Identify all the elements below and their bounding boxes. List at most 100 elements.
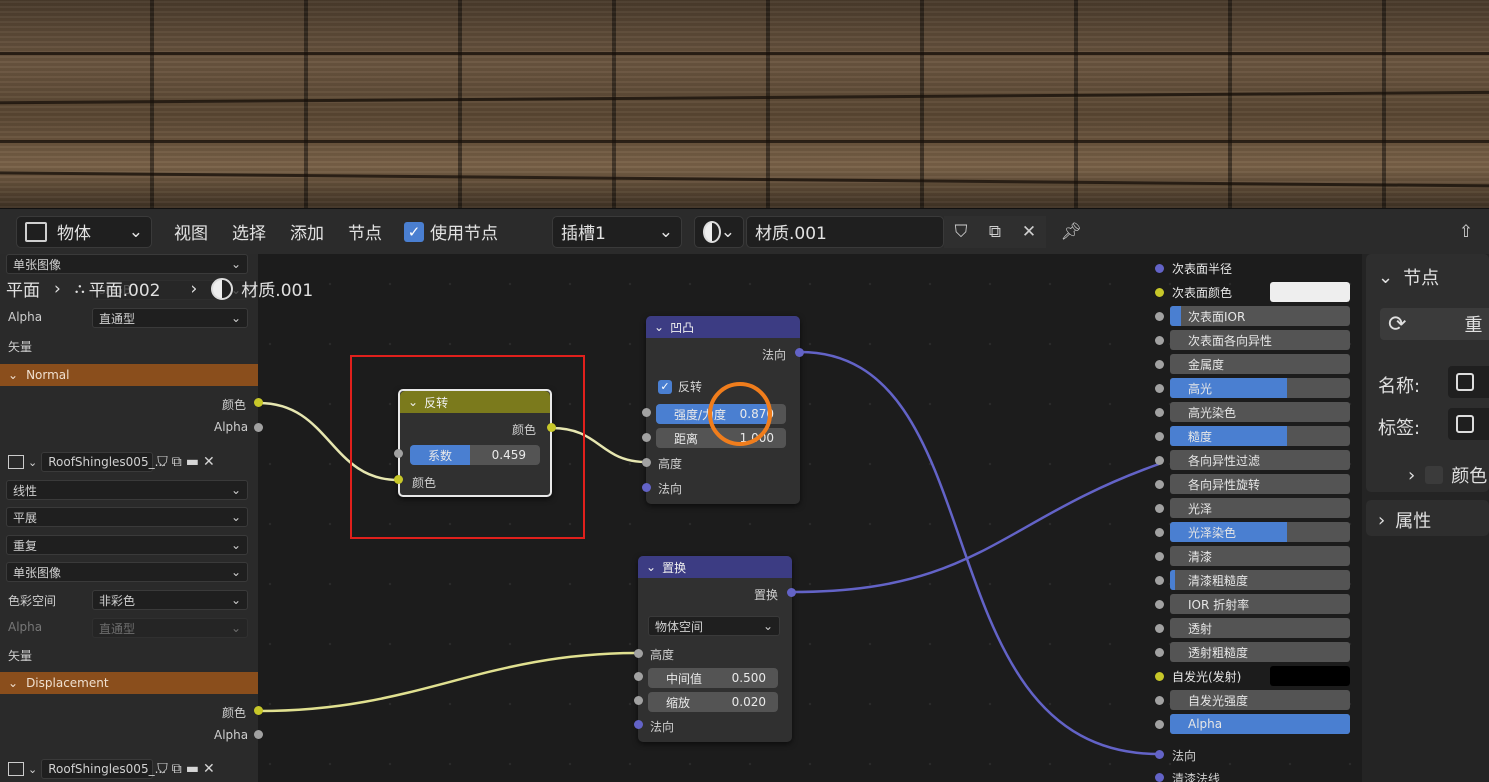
close-icon[interactable]: ✕ (203, 761, 215, 777)
breadcrumb-object[interactable]: 平面 (6, 276, 40, 301)
bsdf-input-field[interactable]: 透射 (1170, 618, 1350, 638)
close-icon[interactable]: ✕ (1012, 215, 1046, 248)
bsdf-input-socket[interactable] (1155, 696, 1164, 705)
projection-dropdown[interactable]: 平展 ⌄ (6, 507, 248, 527)
bsdf-input-socket[interactable] (1155, 576, 1164, 585)
disp-scale-field[interactable]: 缩放 0.020 (648, 692, 778, 712)
normal-color-socket[interactable] (254, 398, 263, 407)
close-icon[interactable]: ✕ (203, 454, 215, 470)
image-name-field-2[interactable]: RoofShingles005_... (41, 759, 166, 779)
disp-space-dropdown[interactable]: 物体空间 ⌄ (648, 616, 780, 636)
upload-arrow-icon[interactable]: ⇧ (1449, 216, 1483, 248)
menu-view[interactable]: 视图 (166, 216, 216, 248)
displacement-node-header[interactable]: ⌄ 置换 (638, 556, 792, 578)
bsdf-input-field[interactable]: IOR 折射率 (1170, 594, 1350, 614)
breadcrumb-material[interactable]: 材质.001 (241, 276, 313, 301)
bsdf-input-socket[interactable] (1155, 384, 1164, 393)
bsdf-input-socket[interactable] (1155, 648, 1164, 657)
color-swatch-white[interactable] (1270, 282, 1350, 302)
bsdf-input-field[interactable]: 各向异性过滤 (1170, 450, 1350, 470)
duplicate-icon[interactable]: ⧉ (172, 454, 182, 470)
folder-icon[interactable]: ▬ (186, 761, 199, 777)
extension-dropdown[interactable]: 重复 ⌄ (6, 535, 248, 555)
bsdf-input-socket[interactable] (1155, 456, 1164, 465)
disp-out-socket[interactable] (787, 588, 796, 597)
label-field[interactable] (1448, 408, 1489, 440)
bsdf-input-field[interactable]: 糙度 (1170, 426, 1350, 446)
bsdf-input-socket[interactable] (1155, 336, 1164, 345)
bump-distance-socket[interactable] (642, 433, 651, 442)
color-swatch-black[interactable] (1270, 666, 1350, 686)
folder-icon[interactable]: ▬ (186, 454, 199, 470)
bsdf-input-socket[interactable] (1155, 432, 1164, 441)
displacement-node-header[interactable]: ⌄ Displacement (0, 672, 258, 694)
pin-icon[interactable]: 📌︎ (1054, 216, 1088, 248)
bsdf-input-field[interactable]: 次表面IOR (1170, 306, 1350, 326)
bsdf-input-socket[interactable] (1155, 528, 1164, 537)
bsdf-input-socket[interactable] (1155, 504, 1164, 513)
normal-alpha-socket[interactable] (254, 423, 263, 432)
use-nodes-toggle[interactable]: ✓ 使用节点 (396, 216, 506, 248)
disp-midlevel-field[interactable]: 中间值 0.500 (648, 668, 778, 688)
duplicate-icon[interactable]: ⧉ (978, 215, 1012, 248)
disp-alpha-socket[interactable] (254, 730, 263, 739)
color-subpanel-header[interactable]: › 颜色 (1408, 462, 1487, 488)
bsdf-input-field[interactable]: 清漆粗糙度 (1170, 570, 1350, 590)
bsdf-coat-normal-socket[interactable] (1155, 773, 1164, 782)
normal-node-header[interactable]: ⌄ Normal (0, 364, 258, 386)
node-section-header[interactable]: ⌄ 节点 (1378, 264, 1439, 290)
disp-midlevel-socket[interactable] (634, 672, 643, 681)
mode-dropdown[interactable]: 物体 ⌄ (16, 215, 152, 248)
alpha-dropdown-2[interactable]: 直通型 ⌄ (92, 618, 248, 638)
bump-node-header[interactable]: ⌄ 凹凸 (646, 316, 800, 338)
image-icon[interactable] (8, 762, 24, 776)
3d-viewport[interactable] (0, 0, 1489, 208)
bsdf-input-field[interactable]: 自发光强度 (1170, 690, 1350, 710)
menu-select[interactable]: 选择 (224, 216, 274, 248)
bsdf-input-socket[interactable] (1155, 720, 1164, 729)
properties-section-panel[interactable]: › 属性 (1366, 500, 1489, 536)
slot-dropdown[interactable]: 插槽1 ⌄ (552, 215, 682, 248)
interpolation-dropdown[interactable]: 线性 ⌄ (6, 480, 248, 500)
bsdf-input-field[interactable]: 金属度 (1170, 354, 1350, 374)
reset-button[interactable]: ⟳ 重 (1380, 308, 1489, 340)
source-dropdown[interactable]: 单张图像 ⌄ (6, 562, 248, 582)
bsdf-input-field[interactable]: 自发光(发射) (1170, 666, 1350, 686)
menu-node[interactable]: 节点 (340, 216, 390, 248)
disp-color-socket[interactable] (254, 706, 263, 715)
bump-out-socket[interactable] (795, 348, 804, 357)
bsdf-input-socket[interactable] (1155, 312, 1164, 321)
bsdf-normal-socket[interactable] (1155, 750, 1164, 759)
bsdf-input-field[interactable]: 次表面各向异性 (1170, 330, 1350, 350)
fake-user-shield-icon[interactable]: ⛉ (944, 215, 978, 248)
bsdf-input-field[interactable]: 透射粗糙度 (1170, 642, 1350, 662)
menu-add[interactable]: 添加 (282, 216, 332, 248)
alpha-dropdown[interactable]: 直通型 ⌄ (92, 308, 248, 328)
image-icon[interactable] (8, 455, 24, 469)
bsdf-input-socket[interactable] (1155, 552, 1164, 561)
bsdf-input-socket[interactable] (1155, 672, 1164, 681)
source-dropdown-top[interactable]: 单张图像 ⌄ (6, 254, 248, 274)
bsdf-input-socket[interactable] (1155, 480, 1164, 489)
bsdf-input-field[interactable]: 清漆 (1170, 546, 1350, 566)
bsdf-input-field[interactable]: 光泽 (1170, 498, 1350, 518)
bump-strength-socket[interactable] (642, 408, 651, 417)
image-name-field[interactable]: RoofShingles005_... (41, 452, 166, 472)
bump-normal-socket[interactable] (642, 483, 651, 492)
material-browse-button[interactable]: ⌄ (694, 215, 744, 248)
bsdf-input-field[interactable]: 次表面颜色 (1170, 282, 1350, 302)
bsdf-input-socket[interactable] (1155, 600, 1164, 609)
bsdf-input-socket[interactable] (1155, 408, 1164, 417)
disp-scale-socket[interactable] (634, 696, 643, 705)
disp-normal-socket[interactable] (634, 720, 643, 729)
bsdf-input-socket[interactable] (1155, 264, 1164, 273)
bsdf-input-field[interactable]: 高光染色 (1170, 402, 1350, 422)
bump-height-socket[interactable] (642, 458, 651, 467)
bump-invert-checkbox[interactable]: ✓ 反转 (658, 378, 702, 395)
bsdf-input-field[interactable]: 光泽染色 (1170, 522, 1350, 542)
name-field[interactable] (1448, 366, 1489, 398)
bsdf-input-socket[interactable] (1155, 360, 1164, 369)
bsdf-input-field[interactable]: 高光 (1170, 378, 1350, 398)
breadcrumb-mesh[interactable]: 平面.002 (89, 276, 161, 301)
bsdf-input-field[interactable]: 各向异性旋转 (1170, 474, 1350, 494)
